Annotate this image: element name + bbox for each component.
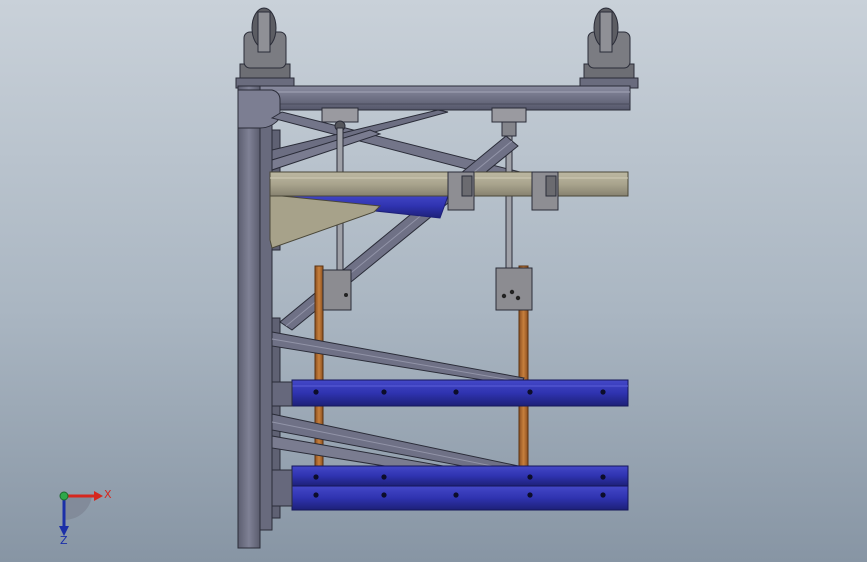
cad-viewport[interactable]: X Z bbox=[0, 0, 867, 562]
y-axis-origin bbox=[59, 491, 69, 501]
axis-triad[interactable]: X Z bbox=[59, 488, 112, 547]
tan-beam bbox=[269, 171, 629, 249]
x-axis-label: X bbox=[104, 488, 112, 501]
blue-channel-1 bbox=[271, 379, 629, 407]
blue-channel-2 bbox=[271, 465, 629, 511]
caster-left bbox=[235, 7, 295, 89]
middle-brace bbox=[271, 331, 525, 387]
top-beam bbox=[237, 85, 631, 111]
caster-right bbox=[579, 7, 639, 89]
assembly-drawing: X Z bbox=[59, 7, 639, 549]
z-axis-label: Z bbox=[60, 534, 68, 547]
x-axis-arrowhead bbox=[94, 491, 103, 501]
triad-shading bbox=[64, 496, 92, 521]
